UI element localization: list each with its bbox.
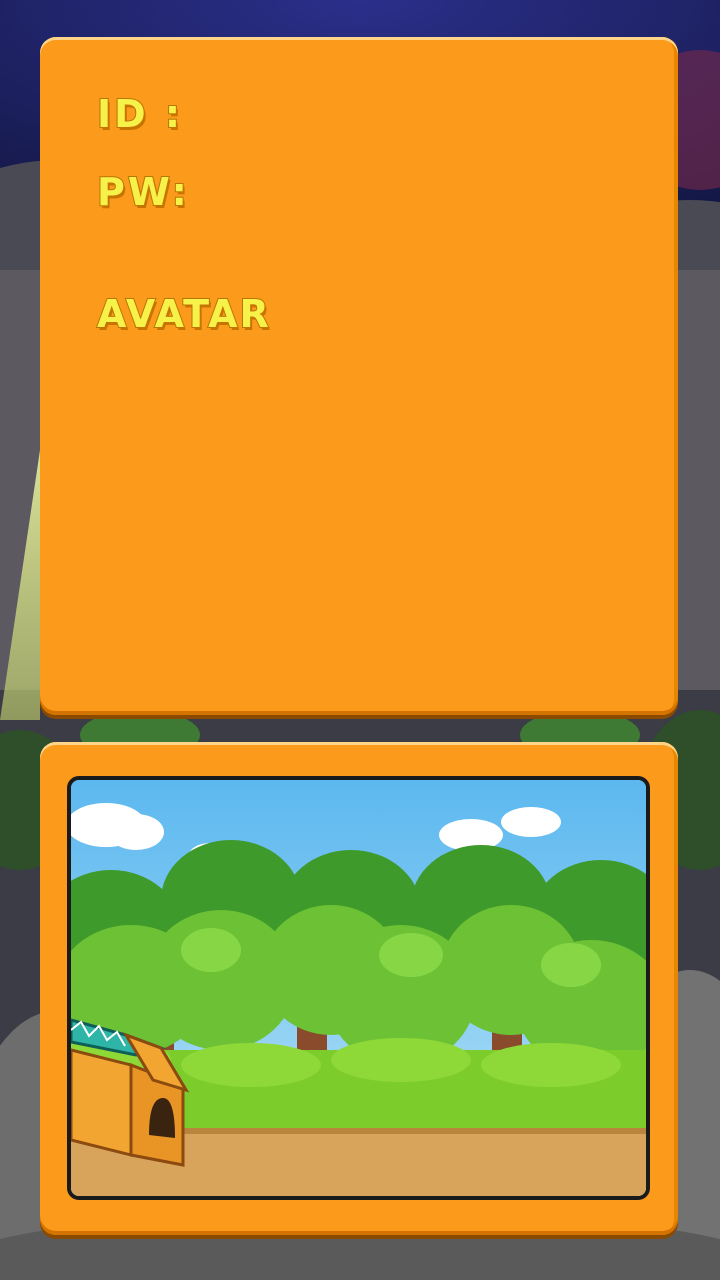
scene-preview-frame[interactable] [67, 776, 650, 1200]
pw-label: PW: [96, 169, 190, 215]
account-info-panel [40, 37, 678, 715]
forest-scene [71, 780, 646, 1196]
id-label: ID : [96, 91, 184, 137]
avatar-label: AVATAR [96, 291, 271, 337]
